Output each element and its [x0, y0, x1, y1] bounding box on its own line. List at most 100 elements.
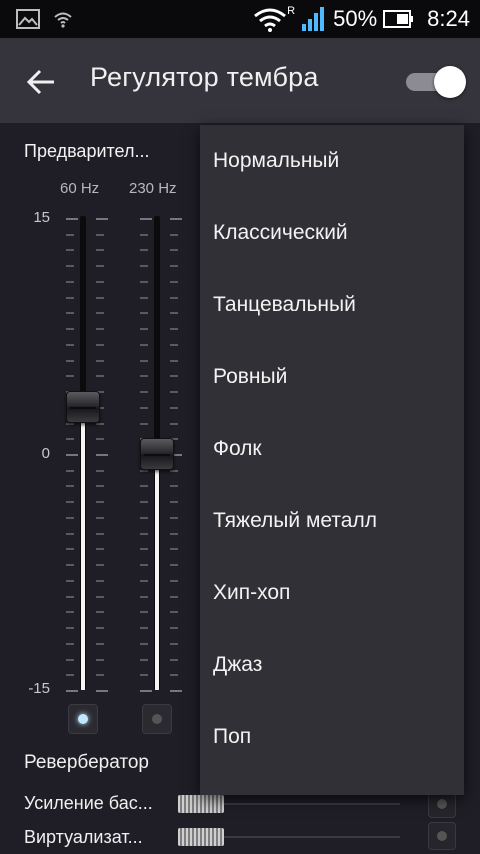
signal-icon	[302, 7, 325, 31]
back-button[interactable]	[22, 62, 62, 102]
scale-max: 15	[33, 209, 50, 226]
battery-percent: 50%	[333, 6, 378, 31]
slider-tick	[140, 391, 148, 393]
slider-tick	[140, 611, 148, 613]
slider-tick	[170, 580, 178, 582]
virtualizer-button[interactable]	[428, 822, 456, 850]
band-button-60[interactable]	[68, 704, 98, 734]
slider-tick	[170, 548, 178, 550]
slider-tick	[140, 674, 148, 676]
scale-mid: 0	[41, 445, 50, 462]
slider-tick	[96, 596, 104, 598]
bass-boost-slider[interactable]	[178, 795, 400, 813]
slider-tick	[170, 249, 178, 251]
reverb-label[interactable]: Ревербератор	[24, 752, 149, 774]
arrow-left-icon	[26, 69, 54, 95]
virtualizer-slider[interactable]	[178, 828, 400, 846]
preset-menu-item[interactable]: Фолк	[200, 413, 464, 485]
slider-tick	[66, 674, 74, 676]
status-bar: R 50% 8:24	[0, 0, 480, 38]
slider-tick	[66, 344, 74, 346]
slider-tick	[170, 596, 178, 598]
slider-tick	[66, 611, 74, 613]
slider-tick	[140, 659, 148, 661]
slider-tick	[140, 344, 148, 346]
slider-tick	[140, 501, 148, 503]
preset-menu-item[interactable]: Ровный	[200, 341, 464, 413]
slider-tick	[66, 454, 78, 456]
preset-menu-item[interactable]: Джаз	[200, 629, 464, 701]
slider-tick	[66, 596, 74, 598]
slider-tick	[170, 533, 178, 535]
toggle-knob	[434, 66, 466, 98]
slider-tick	[96, 360, 104, 362]
slider-tick	[96, 218, 108, 220]
slider-tick	[140, 234, 148, 236]
gallery-icon	[16, 9, 40, 29]
slider-tick	[66, 312, 74, 314]
ticks-left-band1	[66, 218, 80, 692]
slider-tick	[140, 375, 148, 377]
preset-menu-item[interactable]: Поп	[200, 701, 464, 773]
virtualizer-label: Виртуализат...	[24, 827, 143, 847]
slider-tick	[66, 470, 74, 472]
slider-tick	[66, 281, 74, 283]
slider-tick	[140, 265, 148, 267]
slider-tick	[96, 423, 104, 425]
slider-tick	[96, 548, 104, 550]
slider-tick	[66, 438, 74, 440]
slider-tick	[140, 407, 148, 409]
slider-tick	[170, 407, 178, 409]
slider-tick	[140, 485, 148, 487]
slider-tick	[170, 485, 178, 487]
preset-menu-item[interactable]: Классический	[200, 197, 464, 269]
slider-tick	[170, 328, 178, 330]
virtualizer-track	[218, 836, 400, 838]
preset-menu-item[interactable]: Хип-хоп	[200, 557, 464, 629]
slider-tick	[170, 517, 178, 519]
preset-selector[interactable]: Предварител...	[24, 141, 184, 162]
preset-menu-item[interactable]: Тяжелый металл	[200, 485, 464, 557]
band-freq-60: 60 Hz	[60, 180, 100, 197]
slider-tick	[96, 564, 104, 566]
band-slider-thumb-60[interactable]	[66, 391, 100, 423]
slider-tick	[96, 265, 104, 267]
band-slider-fill-60	[81, 407, 85, 690]
slider-tick	[140, 328, 148, 330]
slider-tick	[170, 265, 178, 267]
slider-tick	[96, 438, 104, 440]
slider-tick	[170, 344, 178, 346]
slider-tick	[140, 627, 148, 629]
slider-tick	[96, 470, 104, 472]
slider-tick	[170, 501, 178, 503]
slider-tick	[96, 501, 104, 503]
virtualizer-knob[interactable]	[178, 828, 224, 846]
clock: 8:24	[427, 6, 470, 31]
slider-tick	[170, 643, 178, 645]
virtualizer-indicator	[437, 831, 447, 841]
slider-tick	[170, 659, 178, 661]
preset-menu-item[interactable]: Танцевальный	[200, 269, 464, 341]
band-button-230[interactable]	[142, 704, 172, 734]
slider-tick	[140, 533, 148, 535]
bass-boost-label: Усиление бас...	[24, 793, 153, 813]
slider-tick	[170, 627, 178, 629]
slider-tick	[66, 297, 74, 299]
slider-tick	[170, 611, 178, 613]
slider-tick	[170, 312, 178, 314]
slider-tick	[66, 659, 74, 661]
slider-tick	[140, 297, 148, 299]
band-indicator-230	[152, 714, 162, 724]
preset-menu-item[interactable]: Нормальный	[200, 125, 464, 197]
slider-tick	[66, 423, 74, 425]
slider-tick	[96, 375, 104, 377]
slider-tick	[96, 328, 104, 330]
slider-tick	[96, 344, 104, 346]
equalizer-toggle[interactable]	[404, 64, 466, 98]
bass-boost-knob[interactable]	[178, 795, 224, 813]
slider-tick	[170, 470, 178, 472]
slider-tick	[140, 517, 148, 519]
band-slider-thumb-230[interactable]	[140, 438, 174, 470]
slider-tick	[170, 281, 178, 283]
slider-tick	[66, 580, 74, 582]
